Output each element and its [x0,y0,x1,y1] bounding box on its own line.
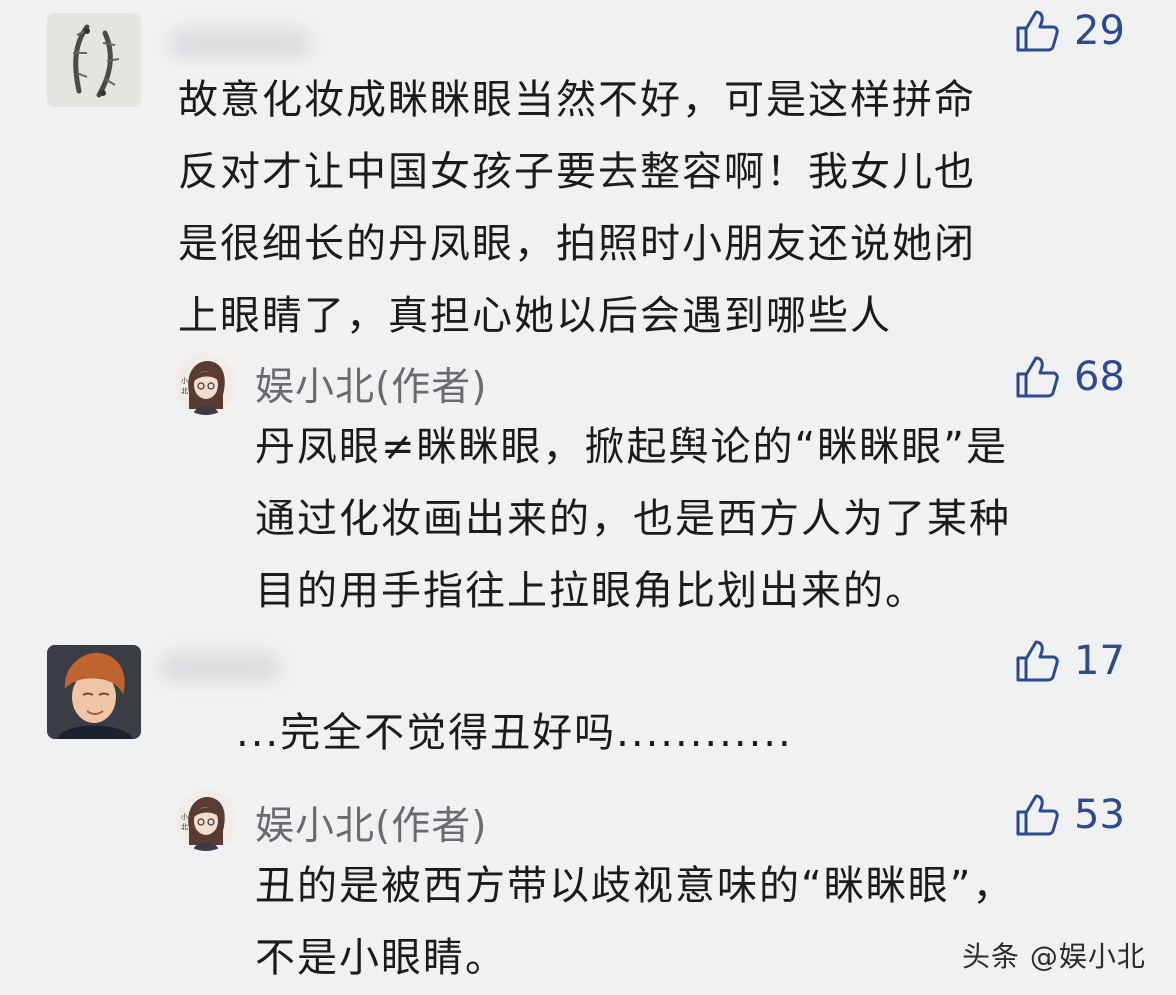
svg-text:小: 小 [181,376,188,385]
comment-line: ...完全不觉得丑好吗............ [236,710,793,756]
like-count: 17 [1074,638,1125,684]
like-button[interactable]: 68 [1014,354,1125,400]
like-button[interactable]: 53 [1014,792,1125,838]
reply-body: 丹凤眼≠眯眯眼，掀起舆论的“眯眯眼”是 通过化妆画出来的，也是西方人为了某种 目… [255,411,1011,627]
like-button[interactable]: 17 [1014,638,1125,684]
fish-drawing-icon [73,24,120,98]
comment-line: 是很细长的丹凤眼，拍照时小朋友还说她闭 [178,221,976,267]
svg-text:北: 北 [181,823,188,831]
like-count: 53 [1074,792,1125,838]
reply-body: 丑的是被西方带以歧视意味的“眯眯眼”， 不是小眼睛。 [255,850,1014,994]
author-avatar[interactable]: 小 北 [175,789,237,851]
comment-line: 故意化妆成眯眯眼当然不好，可是这样拼命 [178,77,976,123]
thumbs-up-icon [1016,356,1059,398]
girl-avatar-icon: 小 北 [181,797,225,851]
commenter-avatar[interactable] [47,13,141,107]
thumbs-up-icon [1016,640,1059,682]
author-name[interactable]: 娱小北(作者) [255,795,487,851]
svg-text:小: 小 [181,812,188,821]
reply-line: 丹凤眼≠眯眯眼，掀起舆论的“眯眯眼”是 [255,424,1008,470]
watermark: 头条 @娱小北 [962,940,1146,973]
reply-line: 目的用手指往上拉眼角比划出来的。 [255,568,927,614]
reply-line: 通过化妆画出来的，也是西方人为了某种 [255,496,1011,542]
reply-line: 不是小眼睛。 [255,935,507,981]
svg-text:北: 北 [181,387,188,395]
comment-body: ...完全不觉得丑好吗............ [236,697,793,769]
like-count: 29 [1074,8,1125,54]
comment-line: 反对才让中国女孩子要去整容啊！我女儿也 [178,149,976,195]
commenter-name-blurred[interactable] [160,652,280,682]
author-name[interactable]: 娱小北(作者) [255,356,487,412]
like-button[interactable]: 29 [1014,8,1125,54]
commenter-name-blurred[interactable] [170,28,310,58]
commenter-avatar[interactable] [47,645,141,739]
reply-line: 丑的是被西方带以歧视意味的“眯眯眼”， [255,863,1015,909]
comment-body: 故意化妆成眯眯眼当然不好，可是这样拼命 反对才让中国女孩子要去整容啊！我女儿也 … [178,64,976,352]
thumbs-up-icon [1016,794,1059,836]
girl-avatar-icon: 小 北 [181,361,225,415]
thumbs-up-icon [1016,10,1059,52]
author-avatar[interactable]: 小 北 [175,353,237,415]
comment-line: 上眼睛了，真担心她以后会遇到哪些人 [178,293,892,339]
like-count: 68 [1074,354,1125,400]
boy-photo-icon [47,645,141,739]
